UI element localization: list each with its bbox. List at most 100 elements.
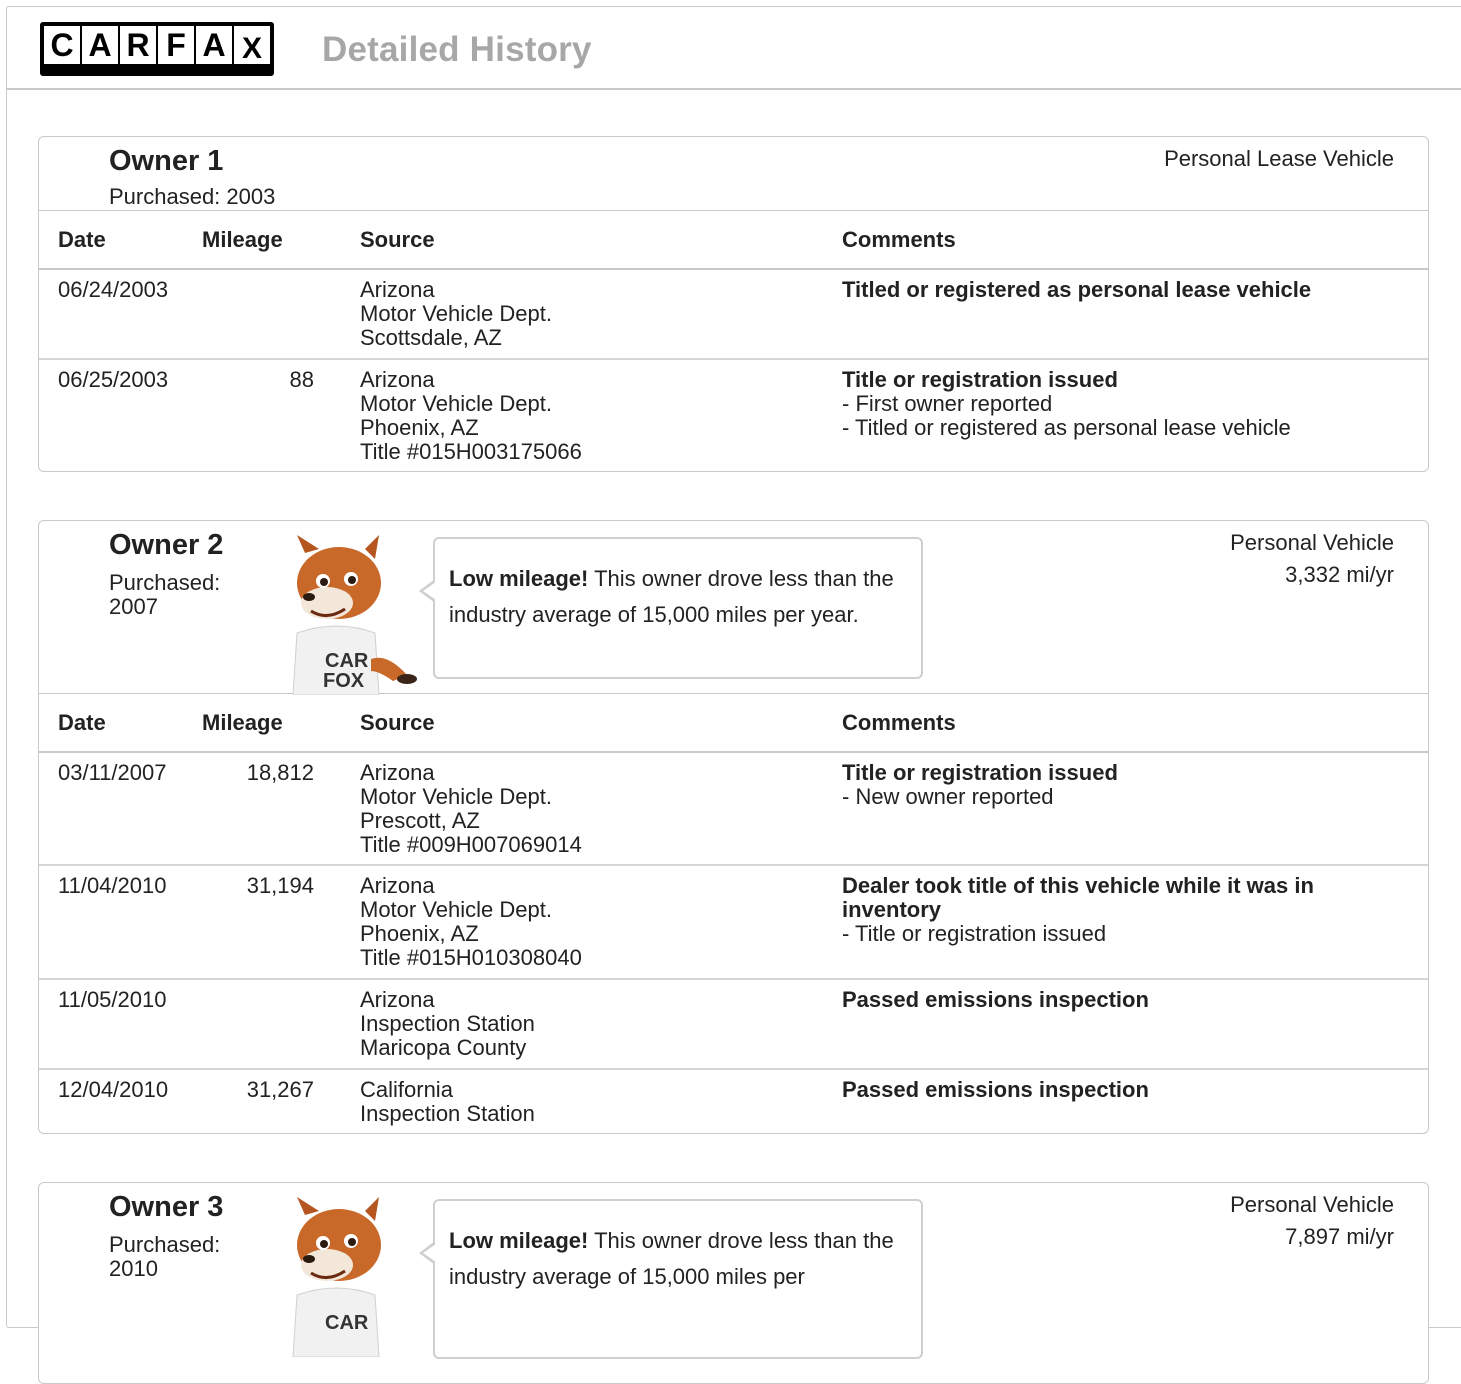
mileage-per-year: 3,332 mi/yr — [1285, 562, 1394, 587]
svg-text:CAR: CAR — [325, 650, 369, 672]
row-source: Arizona Motor Vehicle Dept. Phoenix, AZ … — [360, 874, 820, 970]
logo-letter: A — [196, 26, 232, 64]
row-comments: Dealer took title of this vehicle while … — [842, 874, 1382, 946]
comment-title: Passed emissions inspection — [842, 987, 1149, 1012]
purchased-label: Purchased: — [109, 570, 221, 595]
row-date: 06/25/2003 — [58, 367, 169, 392]
row-comments: Passed emissions inspection — [842, 988, 1382, 1012]
comment-title: Dealer took title of this vehicle while … — [842, 873, 1314, 922]
vehicle-type: Personal Vehicle — [1230, 1192, 1394, 1217]
page-title: Detailed History — [322, 30, 592, 69]
table-row: 06/25/2003 88 Arizona Motor Vehicle Dept… — [39, 360, 1428, 470]
column-header-mileage: Mileage — [202, 710, 283, 735]
column-header-mileage: Mileage — [202, 227, 283, 252]
row-date: 11/04/2010 — [58, 873, 167, 898]
source-line: Arizona — [360, 367, 435, 392]
row-source: Arizona Inspection Station Maricopa Coun… — [360, 988, 820, 1060]
source-line: Arizona — [360, 277, 435, 302]
row-comments: Title or registration issued - New owner… — [842, 761, 1382, 809]
callout-bold: Low mileage! — [449, 566, 589, 591]
row-date: 03/11/2007 — [58, 760, 167, 785]
table-row: 12/04/2010 31,267 California Inspection … — [39, 1070, 1428, 1133]
table-row: 11/04/2010 31,194 Arizona Motor Vehicle … — [39, 866, 1428, 980]
carfox-mascot-icon: CAR — [292, 1197, 381, 1357]
source-line: Scottsdale, AZ — [360, 325, 502, 350]
mileage-per-year: 7,897 mi/yr — [1285, 1224, 1394, 1249]
source-line: Arizona — [360, 873, 435, 898]
source-line: Motor Vehicle Dept. — [360, 301, 552, 326]
logo-letter: A — [82, 26, 118, 64]
source-line: California — [360, 1077, 453, 1102]
comment-title: Title or registration issued — [842, 367, 1118, 392]
comment-detail: - Title or registration issued — [842, 921, 1107, 946]
purchased-year: 2010 — [109, 1256, 158, 1281]
source-line: Inspection Station — [360, 1101, 535, 1126]
source-line: Arizona — [360, 987, 435, 1012]
row-mileage: 18,812 — [246, 760, 314, 785]
vehicle-type: Personal Vehicle — [1230, 530, 1394, 555]
row-mileage: 31,267 — [246, 1077, 314, 1102]
row-source: Arizona Motor Vehicle Dept. Scottsdale, … — [360, 278, 820, 350]
source-line: Motor Vehicle Dept. — [360, 897, 552, 922]
row-source: California Inspection Station — [360, 1078, 820, 1126]
report-header: C A R F A X Detailed History — [6, 6, 1461, 90]
low-mileage-callout: Low mileage! This owner drove less than … — [419, 537, 923, 679]
svg-text:CAR: CAR — [325, 1312, 369, 1334]
source-line: Phoenix, AZ — [360, 921, 479, 946]
row-date: 12/04/2010 — [58, 1077, 169, 1102]
source-line: Arizona — [360, 760, 435, 785]
row-source: Arizona Motor Vehicle Dept. Prescott, AZ… — [360, 761, 820, 857]
owner-purchased: Purchased: 2010 — [109, 1233, 220, 1281]
comment-detail: - Titled or registered as personal lease… — [842, 415, 1291, 440]
comment-title: Titled or registered as personal lease v… — [842, 277, 1312, 302]
history-table-header: Date Mileage Source Comments — [39, 211, 1428, 270]
source-line: Title #009H007069014 — [360, 832, 582, 857]
owner-header: Owner 3 Purchased: 2010 CAR Low mileage!… — [39, 1183, 1428, 1383]
source-line: Motor Vehicle Dept. — [360, 391, 552, 416]
logo-letter: X — [234, 26, 270, 64]
source-line: Phoenix, AZ — [360, 415, 479, 440]
table-row: 06/24/2003 Arizona Motor Vehicle Dept. S… — [39, 270, 1428, 360]
callout-bold: Low mileage! — [449, 1228, 589, 1253]
row-source: Arizona Motor Vehicle Dept. Phoenix, AZ … — [360, 368, 820, 464]
source-line: Title #015H003175066 — [360, 439, 582, 464]
owner-name: Owner 2 — [109, 529, 224, 561]
comment-title: Title or registration issued — [842, 760, 1118, 785]
column-header-source: Source — [360, 710, 435, 735]
logo-letter: R — [120, 26, 156, 64]
carfax-logo: C A R F A X — [40, 22, 274, 76]
owner-card-2: Owner 2 Purchased: 2007 CAR FOX Low mile… — [38, 520, 1429, 1134]
row-comments: Passed emissions inspection — [842, 1078, 1382, 1102]
owner-purchased: Purchased: 2007 — [109, 571, 220, 619]
row-date: 11/05/2010 — [58, 987, 167, 1012]
vehicle-type: Personal Lease Vehicle — [1164, 146, 1394, 171]
owner-card-3: Owner 3 Purchased: 2010 CAR Low mileage!… — [38, 1182, 1429, 1384]
row-date: 06/24/2003 — [58, 277, 169, 302]
source-line: Inspection Station — [360, 1011, 535, 1036]
table-row: 03/11/2007 18,812 Arizona Motor Vehicle … — [39, 753, 1428, 866]
vehicle-type-block: Personal Vehicle 3,332 mi/yr — [1230, 527, 1394, 591]
table-row: 11/05/2010 Arizona Inspection Station Ma… — [39, 980, 1428, 1070]
source-line: Prescott, AZ — [360, 808, 480, 833]
logo-letter: F — [158, 26, 194, 64]
purchased-year: 2007 — [109, 594, 158, 619]
owner-name: Owner 1 — [109, 145, 224, 177]
svg-text:FOX: FOX — [323, 670, 365, 692]
row-mileage: 31,194 — [246, 873, 314, 898]
owner-name: Owner 3 — [109, 1191, 224, 1223]
column-header-source: Source — [360, 227, 435, 252]
owner-header: Owner 1 Purchased: 2003 Personal Lease V… — [39, 137, 1428, 211]
source-line: Maricopa County — [360, 1035, 527, 1060]
row-comments: Titled or registered as personal lease v… — [842, 278, 1382, 302]
low-mileage-callout: Low mileage! This owner drove less than … — [419, 1199, 923, 1359]
purchased-label: Purchased: — [109, 1232, 221, 1257]
column-header-date: Date — [58, 710, 106, 735]
owner-header: Owner 2 Purchased: 2007 CAR FOX Low mile… — [39, 521, 1428, 695]
source-line: Title #015H010308040 — [360, 945, 582, 970]
history-table-header: Date Mileage Source Comments — [39, 694, 1428, 753]
comment-detail: - New owner reported — [842, 784, 1054, 809]
source-line: Motor Vehicle Dept. — [360, 784, 552, 809]
owner-purchased: Purchased: 2003 — [109, 184, 276, 209]
owner-card-1: Owner 1 Purchased: 2003 Personal Lease V… — [38, 136, 1429, 472]
logo-letter: C — [44, 26, 80, 64]
